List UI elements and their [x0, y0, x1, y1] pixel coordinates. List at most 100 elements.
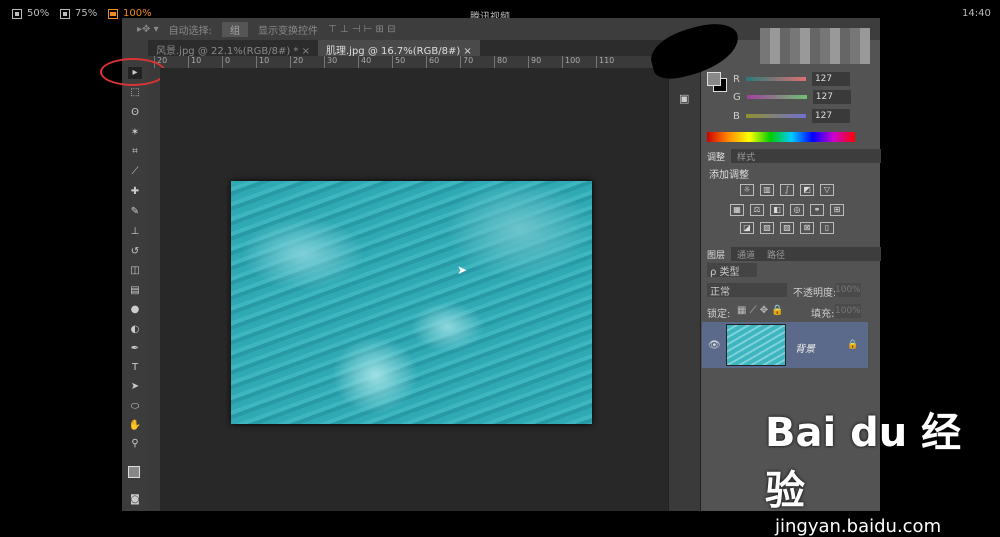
g-value[interactable]: 127 — [812, 90, 851, 104]
tab-layers[interactable]: 图层 — [701, 247, 732, 261]
watermark-brand: Bai du 经验 — [765, 410, 962, 514]
levels-icon[interactable]: ▥ — [760, 184, 774, 196]
history-panel-icon[interactable]: ▣ — [679, 92, 689, 105]
brush-tool-icon[interactable]: ✎ — [128, 206, 142, 218]
zoom-75-button[interactable]: 75% — [60, 8, 97, 19]
color-spectrum[interactable] — [707, 132, 855, 142]
path-select-icon[interactable]: ➤ — [128, 381, 142, 393]
eraser-icon[interactable]: ◫ — [128, 265, 142, 277]
ruler-tick: 90 — [528, 56, 541, 68]
layer-filter-dropdown[interactable]: ρ 类型 — [707, 263, 757, 278]
fill-field[interactable]: 100% — [835, 304, 861, 318]
adjust-icons-row1: ☼ ▥ ∫ ◩ ▽ — [737, 184, 837, 196]
brightness-icon[interactable]: ☼ — [740, 184, 754, 196]
ruler-tick: 100 — [562, 56, 580, 68]
tab-channels[interactable]: 通道 — [731, 247, 761, 261]
ruler-tick: 10 — [256, 56, 269, 68]
channel-mixer-icon[interactable]: ⚭ — [810, 204, 824, 216]
quick-mask-icon[interactable]: ◙ — [128, 494, 142, 506]
curves-icon[interactable]: ∫ — [780, 184, 794, 196]
marquee-tool-icon[interactable]: ⬚ — [128, 87, 142, 99]
selective-color-icon[interactable]: ⊠ — [800, 222, 814, 234]
move-tool-preset[interactable]: ▸✥ ▾ — [137, 24, 159, 35]
hand-tool-icon[interactable]: ✋ — [128, 420, 142, 432]
balance-icon[interactable]: ⚖ — [750, 204, 764, 216]
ruler-tick: 10 — [188, 56, 201, 68]
visibility-eye-icon[interactable]: 👁 — [708, 340, 721, 351]
pixelated-redaction — [760, 28, 870, 64]
tab-styles[interactable]: 样式 — [731, 149, 761, 163]
mouse-cursor-icon: ➤ — [457, 263, 468, 277]
zoom-tool-icon[interactable]: ⚲ — [128, 438, 142, 450]
bw-icon[interactable]: ◧ — [770, 204, 784, 216]
b-slider[interactable] — [745, 114, 806, 118]
fill-label: 填充: — [811, 309, 835, 320]
tab-paths[interactable]: 路径 — [761, 247, 791, 261]
exposure-icon[interactable]: ◩ — [800, 184, 814, 196]
gradient-map-icon[interactable]: ▯ — [820, 222, 834, 234]
dodge-tool-icon[interactable]: ◐ — [128, 324, 142, 336]
eyedropper-icon[interactable]: ⟋ — [128, 166, 142, 178]
photo-filter-icon[interactable]: ◎ — [790, 204, 804, 216]
auto-select-dropdown[interactable]: 组 — [221, 21, 248, 37]
ruler-tick: 0 — [222, 56, 230, 68]
foreground-color[interactable] — [128, 466, 140, 478]
ruler-tick: 50 — [392, 56, 405, 68]
align-icons[interactable]: ⊤ ⊥ ⊣ ⊢ ⊞ ⊟ — [328, 24, 396, 35]
lock-icons[interactable]: ▦ ⟋ ✥ 🔒 — [737, 305, 784, 316]
magic-wand-icon[interactable]: ✶ — [128, 127, 142, 139]
tab-jili[interactable]: 肌理.jpg @ 16.7%(RGB/8#) × — [318, 40, 480, 57]
g-slider[interactable] — [746, 95, 807, 99]
horizontal-ruler: 20 10 0 10 20 30 40 50 60 70 80 90 100 1… — [148, 56, 668, 68]
r-slider[interactable] — [745, 77, 806, 81]
threshold-icon[interactable]: ▨ — [780, 222, 794, 234]
type-tool-icon[interactable]: T — [128, 362, 142, 374]
ruler-tick: 70 — [460, 56, 473, 68]
r-value[interactable]: 127 — [811, 72, 850, 86]
vibrance-icon[interactable]: ▽ — [820, 184, 834, 196]
posterize-icon[interactable]: ▧ — [760, 222, 774, 234]
auto-select-checkbox[interactable]: 自动选择: — [169, 22, 212, 37]
layers-panel-tabs: 图层 通道 路径 — [701, 247, 881, 261]
b-label: B — [733, 110, 740, 122]
zoom-label: 75% — [75, 8, 98, 19]
clock: 14:40 — [962, 8, 991, 19]
ruler-tick: 30 — [324, 56, 337, 68]
r-label: R — [733, 73, 740, 85]
layer-name[interactable]: 背景 — [795, 340, 815, 355]
ruler-tick: 20 — [290, 56, 303, 68]
lasso-tool-icon[interactable]: ʘ — [128, 107, 142, 119]
ruler-tick: 80 — [494, 56, 507, 68]
b-value[interactable]: 127 — [811, 109, 850, 123]
ruler-tick: 60 — [426, 56, 439, 68]
opacity-field[interactable]: 100% — [835, 283, 861, 297]
shape-tool-icon[interactable]: ⬭ — [128, 401, 142, 413]
history-brush-icon[interactable]: ↺ — [128, 246, 142, 258]
tab-fengjing[interactable]: 风景.jpg @ 22.1%(RGB/8#) * × — [148, 40, 318, 57]
zoom-50-button[interactable]: 50% — [12, 8, 49, 19]
g-label: G — [733, 91, 741, 103]
blend-mode-dropdown[interactable]: 正常 — [707, 283, 787, 298]
pen-tool-icon[interactable]: ✒ — [128, 343, 142, 355]
healing-brush-icon[interactable]: ✚ — [128, 186, 142, 198]
watermark-url: jingyan.baidu.com — [775, 516, 942, 537]
gradient-tool-icon[interactable]: ▤ — [128, 285, 142, 297]
adjust-icons-row2: ▦ ⚖ ◧ ◎ ⚭ ⊞ — [727, 204, 847, 216]
lookup-icon[interactable]: ⊞ — [830, 204, 844, 216]
tab-adjustments[interactable]: 调整 — [701, 149, 732, 163]
invert-icon[interactable]: ◪ — [740, 222, 754, 234]
document-tabs: 风景.jpg @ 22.1%(RGB/8#) * × 肌理.jpg @ 16.7… — [148, 40, 668, 57]
toolbox: ▸ ⬚ ʘ ✶ ⌗ ⟋ ✚ ✎ ⊥ ↺ ◫ ▤ ● ◐ ✒ T ➤ ⬭ ✋ ⚲ … — [122, 40, 148, 511]
lock-label: 锁定: — [707, 309, 731, 320]
screen-icon — [12, 8, 22, 19]
opacity-label: 不透明度: — [793, 288, 837, 299]
blur-tool-icon[interactable]: ● — [128, 304, 142, 316]
texture-image — [231, 181, 592, 424]
stamp-tool-icon[interactable]: ⊥ — [128, 226, 142, 238]
foreground-swatch[interactable] — [707, 72, 721, 86]
show-transform-checkbox[interactable]: 显示变换控件 — [258, 22, 318, 37]
annotation-circle — [100, 58, 166, 86]
hue-icon[interactable]: ▦ — [730, 204, 744, 216]
add-adjustment-title: 添加调整 — [709, 170, 749, 181]
crop-tool-icon[interactable]: ⌗ — [128, 146, 142, 158]
